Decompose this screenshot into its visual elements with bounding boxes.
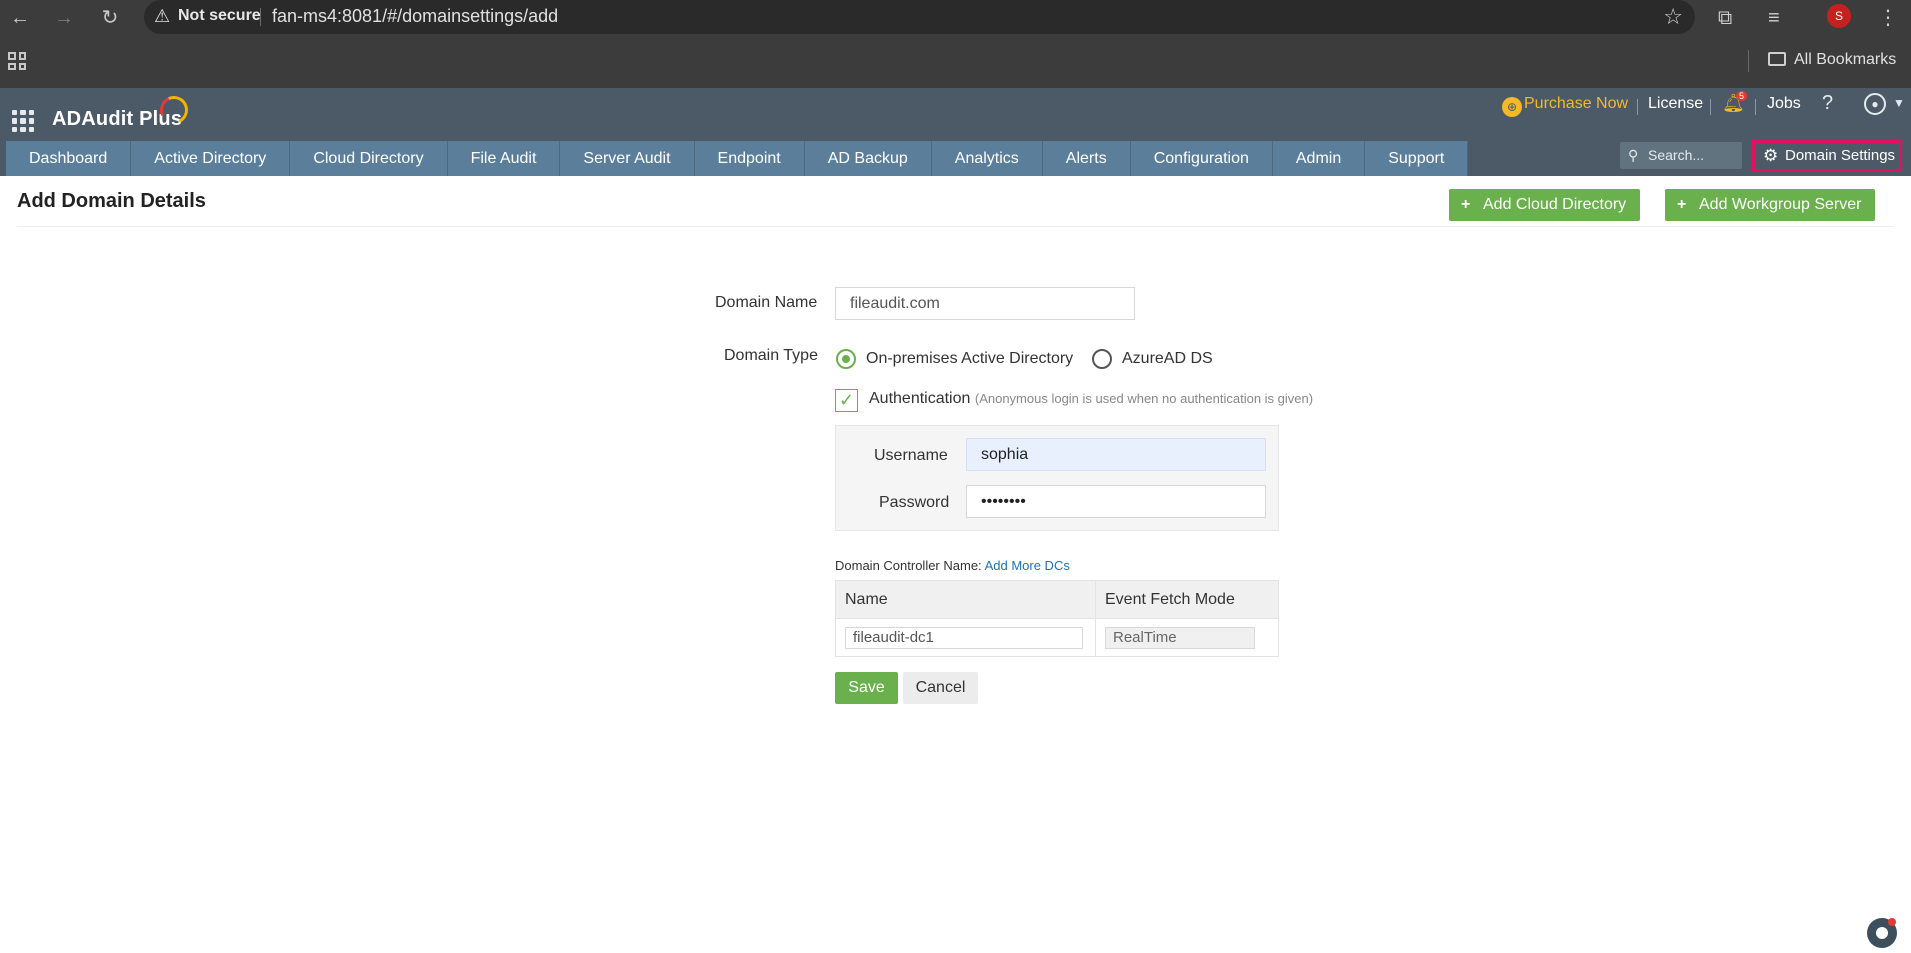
password-field[interactable]: •••••••• — [966, 485, 1266, 518]
radio-azure[interactable] — [1092, 349, 1112, 369]
tab-dashboard[interactable]: Dashboard — [6, 141, 132, 176]
dc-col-mode: Event Fetch Mode — [1105, 591, 1235, 608]
tab-admin[interactable]: Admin — [1272, 141, 1366, 176]
domain-type-label: Domain Type — [724, 347, 818, 364]
all-bookmarks-button[interactable]: All Bookmarks — [1768, 51, 1896, 69]
domain-settings-label: Domain Settings — [1785, 147, 1896, 164]
jobs-link[interactable]: Jobs — [1767, 95, 1801, 113]
plus-icon: + — [1677, 196, 1687, 213]
purchase-now-label: Purchase Now — [1524, 95, 1629, 112]
security-status[interactable]: Not secure — [178, 7, 261, 25]
authentication-label[interactable]: Authentication — [869, 390, 970, 407]
purchase-now-link[interactable]: ⊕ Purchase Now — [1502, 95, 1628, 117]
add-workgroup-server-button[interactable]: + Add Workgroup Server — [1665, 189, 1875, 221]
header-separator — [1710, 99, 1711, 115]
add-workgroup-server-label: Add Workgroup Server — [1699, 196, 1862, 213]
username-label: Username — [874, 447, 948, 464]
browser-toolbar: ← → ↻ ⚠ Not secure fan-ms4:8081/#/domain… — [0, 0, 1911, 36]
warning-icon: ⚠ — [154, 6, 171, 26]
forward-icon[interactable]: → — [50, 4, 78, 32]
license-link[interactable]: License — [1648, 95, 1703, 113]
dc-col-name: Name — [845, 591, 888, 608]
tab-ad-backup[interactable]: AD Backup — [804, 141, 932, 176]
dc-table: Name Event Fetch Mode fileaudit-dc1 Real… — [835, 580, 1279, 657]
tab-server-audit[interactable]: Server Audit — [560, 141, 695, 176]
tab-file-audit[interactable]: File Audit — [447, 141, 561, 176]
tab-analytics[interactable]: Analytics — [931, 141, 1043, 176]
title-divider — [17, 226, 1893, 227]
tab-configuration[interactable]: Configuration — [1130, 141, 1273, 176]
authentication-checkbox[interactable]: ✓ — [835, 389, 858, 412]
header-separator — [1637, 99, 1638, 115]
main-tabs: Dashboard Active Directory Cloud Directo… — [6, 141, 1469, 176]
browser-menu-icon[interactable]: ⋮ — [1878, 4, 1898, 32]
radio-onprem[interactable] — [836, 349, 856, 369]
profile-avatar[interactable]: S — [1827, 4, 1851, 28]
search-input[interactable]: ⚲ Search... — [1620, 142, 1742, 169]
domain-name-label: Domain Name — [715, 294, 818, 311]
omnibox-divider — [260, 8, 261, 26]
chatbot-notification-dot — [1888, 918, 1896, 926]
notification-count: 5 — [1736, 91, 1748, 101]
save-button[interactable]: Save — [835, 672, 898, 704]
authentication-row: Authentication (Anonymous login is used … — [869, 390, 1313, 408]
add-more-dcs-link[interactable]: Add More DCs — [985, 558, 1070, 573]
domain-name-field[interactable]: fileaudit.com — [835, 287, 1135, 320]
tab-alerts[interactable]: Alerts — [1042, 141, 1131, 176]
apps-grid-icon[interactable] — [8, 52, 26, 70]
dc-label: Domain Controller Name: — [835, 558, 982, 573]
plus-icon: + — [1461, 196, 1471, 213]
tab-active-directory[interactable]: Active Directory — [131, 141, 291, 176]
gear-icon: ⚙ — [1763, 146, 1779, 165]
add-cloud-directory-label: Add Cloud Directory — [1483, 196, 1627, 213]
header-separator — [1755, 99, 1756, 115]
auth-panel: Username sophia Password •••••••• — [835, 425, 1279, 531]
user-account-icon[interactable]: ● — [1864, 93, 1886, 115]
dc-label-row: Domain Controller Name: Add More DCs — [835, 558, 1070, 573]
media-control-icon[interactable]: ≡ — [1768, 4, 1780, 32]
app-header: ADAudit Plus ⊕ Purchase Now License 🔔︎ 5 … — [0, 88, 1911, 176]
cancel-button[interactable]: Cancel — [903, 672, 978, 704]
url-text[interactable]: fan-ms4:8081/#/domainsettings/add — [272, 6, 558, 27]
search-icon: ⚲ — [1628, 147, 1639, 163]
radio-azure-label[interactable]: AzureAD DS — [1122, 350, 1213, 368]
back-icon[interactable]: ← — [6, 4, 34, 32]
cart-icon: ⊕ — [1502, 97, 1522, 117]
chevron-down-icon[interactable]: ▼ — [1893, 96, 1905, 110]
tab-support[interactable]: Support — [1365, 141, 1469, 176]
app-launcher-icon[interactable] — [12, 110, 34, 132]
search-placeholder: Search... — [1648, 147, 1705, 163]
domain-settings-button[interactable]: ⚙ Domain Settings — [1752, 140, 1902, 172]
bookmark-star-icon[interactable]: ☆ — [1663, 4, 1683, 30]
page-title: Add Domain Details — [17, 190, 206, 212]
address-bar[interactable]: ⚠ Not secure fan-ms4:8081/#/domainsettin… — [144, 0, 1695, 34]
tab-cloud-directory[interactable]: Cloud Directory — [290, 141, 448, 176]
help-icon[interactable]: ? — [1822, 92, 1833, 115]
all-bookmarks-label: All Bookmarks — [1794, 51, 1897, 68]
tab-endpoint[interactable]: Endpoint — [694, 141, 805, 176]
dc-column-divider — [1095, 581, 1096, 656]
radio-onprem-label[interactable]: On-premises Active Directory — [866, 350, 1073, 368]
password-label: Password — [879, 494, 950, 511]
bookmarks-bar: All Bookmarks — [0, 36, 1911, 88]
dc-mode-field: RealTime — [1105, 627, 1255, 649]
add-cloud-directory-button[interactable]: + Add Cloud Directory — [1449, 189, 1640, 221]
reload-icon[interactable]: ↻ — [96, 4, 124, 32]
username-field[interactable]: sophia — [966, 438, 1266, 471]
dc-name-field[interactable]: fileaudit-dc1 — [845, 627, 1083, 649]
folder-icon — [1768, 52, 1786, 66]
bookmarks-divider — [1748, 50, 1749, 72]
authentication-hint: (Anonymous login is used when no authent… — [974, 391, 1314, 406]
extensions-icon[interactable]: ⧉ — [1718, 4, 1732, 32]
